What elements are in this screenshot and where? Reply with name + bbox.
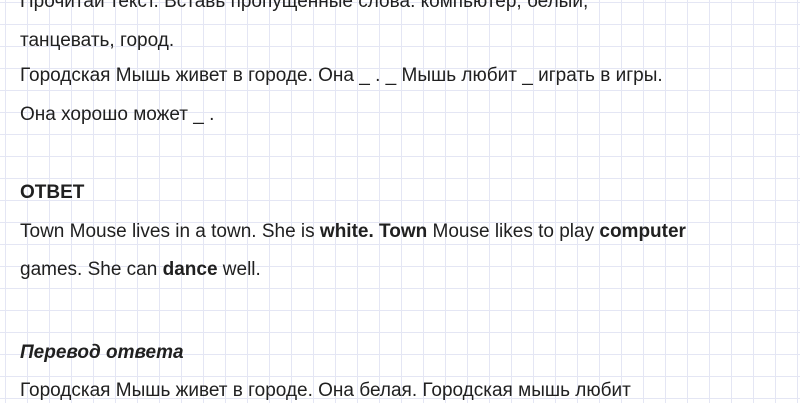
task-instruction-line-2: танцевать, город. xyxy=(20,30,175,51)
answer-line-1: Town Mouse lives in a town. She is white… xyxy=(20,220,686,244)
answer-line-1-bold-2: computer xyxy=(599,221,686,242)
answer-line-2-bold-1: dance xyxy=(162,259,218,280)
translation-line-1: Городская Мышь живет в городе. Она белая… xyxy=(20,380,631,401)
answer-heading: ОТВЕТ xyxy=(20,182,85,203)
task-instruction-line-1: Прочитай текст. Вставь пропущенные слова… xyxy=(20,0,589,12)
answer-line-1-text-1: Town Mouse lives in a town. She is xyxy=(20,221,320,242)
translation-heading: Перевод ответа xyxy=(20,342,184,363)
answer-line-2-text-1: games. She can xyxy=(20,259,163,280)
task-text-line-1: Городская Мышь живет в городе. Она _ . _… xyxy=(20,65,663,86)
task-text-line-2: Она хорошо может _ . xyxy=(20,104,215,125)
answer-line-2-text-2: well. xyxy=(217,259,261,280)
answer-line-1-bold-1: white. Town xyxy=(319,221,428,242)
answer-line-2: games. She can dance well. xyxy=(20,258,261,282)
answer-line-1-text-2: Mouse likes to play xyxy=(427,221,600,242)
